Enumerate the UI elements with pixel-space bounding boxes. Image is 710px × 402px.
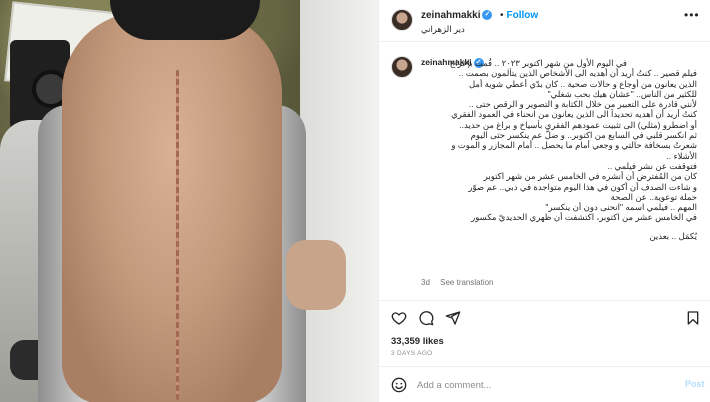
- post-age: 3d: [421, 278, 430, 287]
- header-username-text[interactable]: zeinahmakki: [421, 10, 480, 21]
- follow-button[interactable]: • Follow: [500, 10, 538, 21]
- heart-icon[interactable]: [391, 310, 407, 326]
- caption-line: كنتُ أريد أن أهديه تحديداً الى الذين يعا…: [451, 109, 697, 120]
- see-translation-link[interactable]: See translation: [440, 278, 493, 287]
- caption-line: يُكمَل .. بعدين: [649, 230, 697, 241]
- location-link[interactable]: دير الزهراني: [421, 24, 465, 35]
- caption-text: في اليوم الأول من شهر اكتوبر ٢٠٢٣ .. قُم…: [414, 58, 697, 241]
- more-options-icon[interactable]: •••: [684, 8, 700, 22]
- caption-line-gap: [414, 223, 697, 231]
- avatar[interactable]: [391, 9, 413, 31]
- photo-hair: [110, 0, 260, 40]
- photo-back: [62, 12, 282, 402]
- emoji-icon[interactable]: [391, 377, 407, 393]
- caption-line: كان من المُفترض أن أنشره في الخامس عشر م…: [483, 171, 697, 182]
- caption-meta: 3d See translation: [421, 278, 494, 287]
- caption-line: فيلم قصير .. كنتُ أريد أن أهديه الى الأش…: [458, 68, 697, 79]
- verified-icon: ✓: [482, 10, 493, 21]
- caption-line: لأنني قادرة على التعبير من خلال الكتابة …: [468, 99, 697, 110]
- photo-hand: [286, 240, 346, 310]
- caption-line: الذين يعانون من أوجاع و حالات صحية .. كا…: [468, 78, 697, 89]
- post-comment-button[interactable]: Post: [685, 379, 705, 389]
- caption-line: و شاءت الصدف أن أكون في هذا اليوم متواجد…: [468, 181, 697, 192]
- comment-bar: Post: [379, 366, 710, 402]
- caption-line: فتوقفت عن نشر فيلمي ..: [607, 160, 697, 171]
- caption-line: المهم .. فيلمي اسمه "انحنى دون أن ينكسر": [545, 202, 697, 213]
- caption-line: شعرتُ بسخافة حالتي و وجعي أمام ما يحصل .…: [451, 140, 697, 151]
- comment-input[interactable]: [417, 377, 647, 393]
- share-icon[interactable]: [445, 310, 461, 326]
- post-photo[interactable]: [0, 0, 378, 402]
- caption-line: حملة توعوية.. عن الصحة: [610, 191, 697, 202]
- caption-line: ثم انكسر قلبي في السابع من اكتوبر.. و ضل…: [470, 130, 697, 141]
- header-username[interactable]: zeinahmakki ✓: [421, 10, 493, 21]
- caption-line: في الخامس عشر من اكتوبر، اكتشفت أن ظهري …: [471, 212, 697, 223]
- photo-scar: [176, 70, 179, 400]
- dot-separator: •: [500, 10, 504, 21]
- caption-area: zeinahmakki ✓ في اليوم الأول من شهر اكتوب…: [379, 42, 710, 300]
- caption-line: في اليوم الأول من شهر اكتوبر ٢٠٢٣ .. قُم…: [449, 58, 627, 68]
- bookmark-icon[interactable]: [685, 310, 701, 326]
- comment-icon[interactable]: [418, 310, 434, 326]
- likes-count[interactable]: 33,359 likes: [391, 336, 444, 347]
- action-bar: [379, 300, 710, 330]
- photo-person-right: [300, 0, 378, 402]
- post-panel: zeinahmakki ✓ • Follow دير الزهراني ••• ze…: [378, 0, 710, 402]
- caption-avatar[interactable]: [391, 56, 413, 78]
- caption-line: الأشلاء ..: [666, 150, 698, 161]
- time-ago: 3 DAYS AGO: [391, 350, 433, 357]
- post-header: zeinahmakki ✓ • Follow دير الزهراني •••: [379, 0, 710, 42]
- caption-line: للكثير من الناس.. "عشان هيك بحب شغلي": [547, 88, 697, 99]
- caption-line: أو اضطرو (مثلي) الى تثبيت عمودهم الفقري …: [459, 119, 697, 130]
- follow-label[interactable]: Follow: [507, 10, 539, 21]
